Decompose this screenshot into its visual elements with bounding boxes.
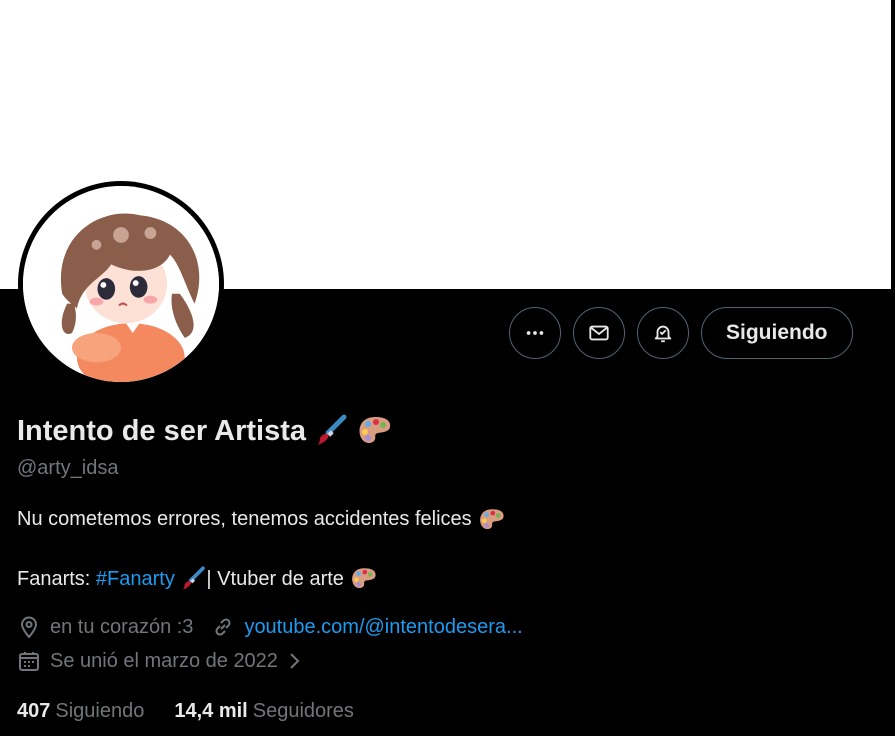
paintbrush-icon: [183, 566, 206, 590]
mail-icon: [589, 325, 609, 341]
joined-row[interactable]: Se unió el marzo de 2022: [17, 649, 306, 673]
message-button[interactable]: [573, 307, 625, 359]
avatar-illustration: [23, 186, 219, 382]
hashtag-link[interactable]: #Fanarty: [96, 566, 175, 592]
profile-actions: Siguiendo: [509, 307, 853, 359]
palette-icon: [352, 568, 377, 589]
followers-stat[interactable]: 14,4 mil Seguidores: [174, 700, 354, 723]
palette-icon: [359, 417, 391, 443]
following-stat[interactable]: 407 Siguiendo: [17, 700, 144, 723]
notifications-button[interactable]: [637, 307, 689, 359]
calendar-icon: [19, 652, 39, 671]
bio-text-1: Nu cometemos errores, tenemos accidentes…: [17, 508, 472, 530]
joined-text: Se unió el marzo de 2022: [50, 649, 278, 672]
followers-count: 14,4 mil: [174, 700, 248, 722]
location-text: en tu corazón :3: [50, 615, 194, 638]
profile-avatar[interactable]: [18, 181, 224, 387]
bio-text-3: | Vtuber de arte: [206, 568, 344, 590]
handle: @arty_idsa: [17, 457, 119, 479]
location-icon: [20, 616, 38, 639]
display-name-row: Intento de ser Artista: [17, 414, 394, 448]
more-button[interactable]: [509, 307, 561, 359]
follow-stats: 407 Siguiendo 14,4 mil Seguidores: [17, 700, 354, 723]
bio-line-2: Fanarts: #Fanarty | Vtuber de arte: [17, 566, 379, 592]
display-name: Intento de ser Artista: [17, 414, 306, 447]
following-label: Siguiendo: [55, 700, 145, 722]
bio-line-1: Nu cometemos errores, tenemos accidentes…: [17, 506, 507, 533]
following-button[interactable]: Siguiendo: [701, 307, 853, 359]
paintbrush-icon: [317, 414, 347, 445]
website-link[interactable]: youtube.com/@intentodesera...: [244, 616, 522, 639]
chevron-right-icon: [290, 653, 300, 669]
link-icon: [215, 618, 231, 636]
profile-meta-row: en tu corazón :3 youtube.com/@intentodes…: [17, 615, 523, 639]
more-icon: [526, 331, 544, 335]
followers-label: Seguidores: [252, 700, 354, 722]
following-count: 407: [17, 700, 51, 722]
bell-check-icon: [654, 325, 672, 343]
palette-icon: [480, 509, 504, 529]
bio-text-2: Fanarts:: [17, 568, 96, 590]
scrollbar[interactable]: [891, 0, 895, 736]
